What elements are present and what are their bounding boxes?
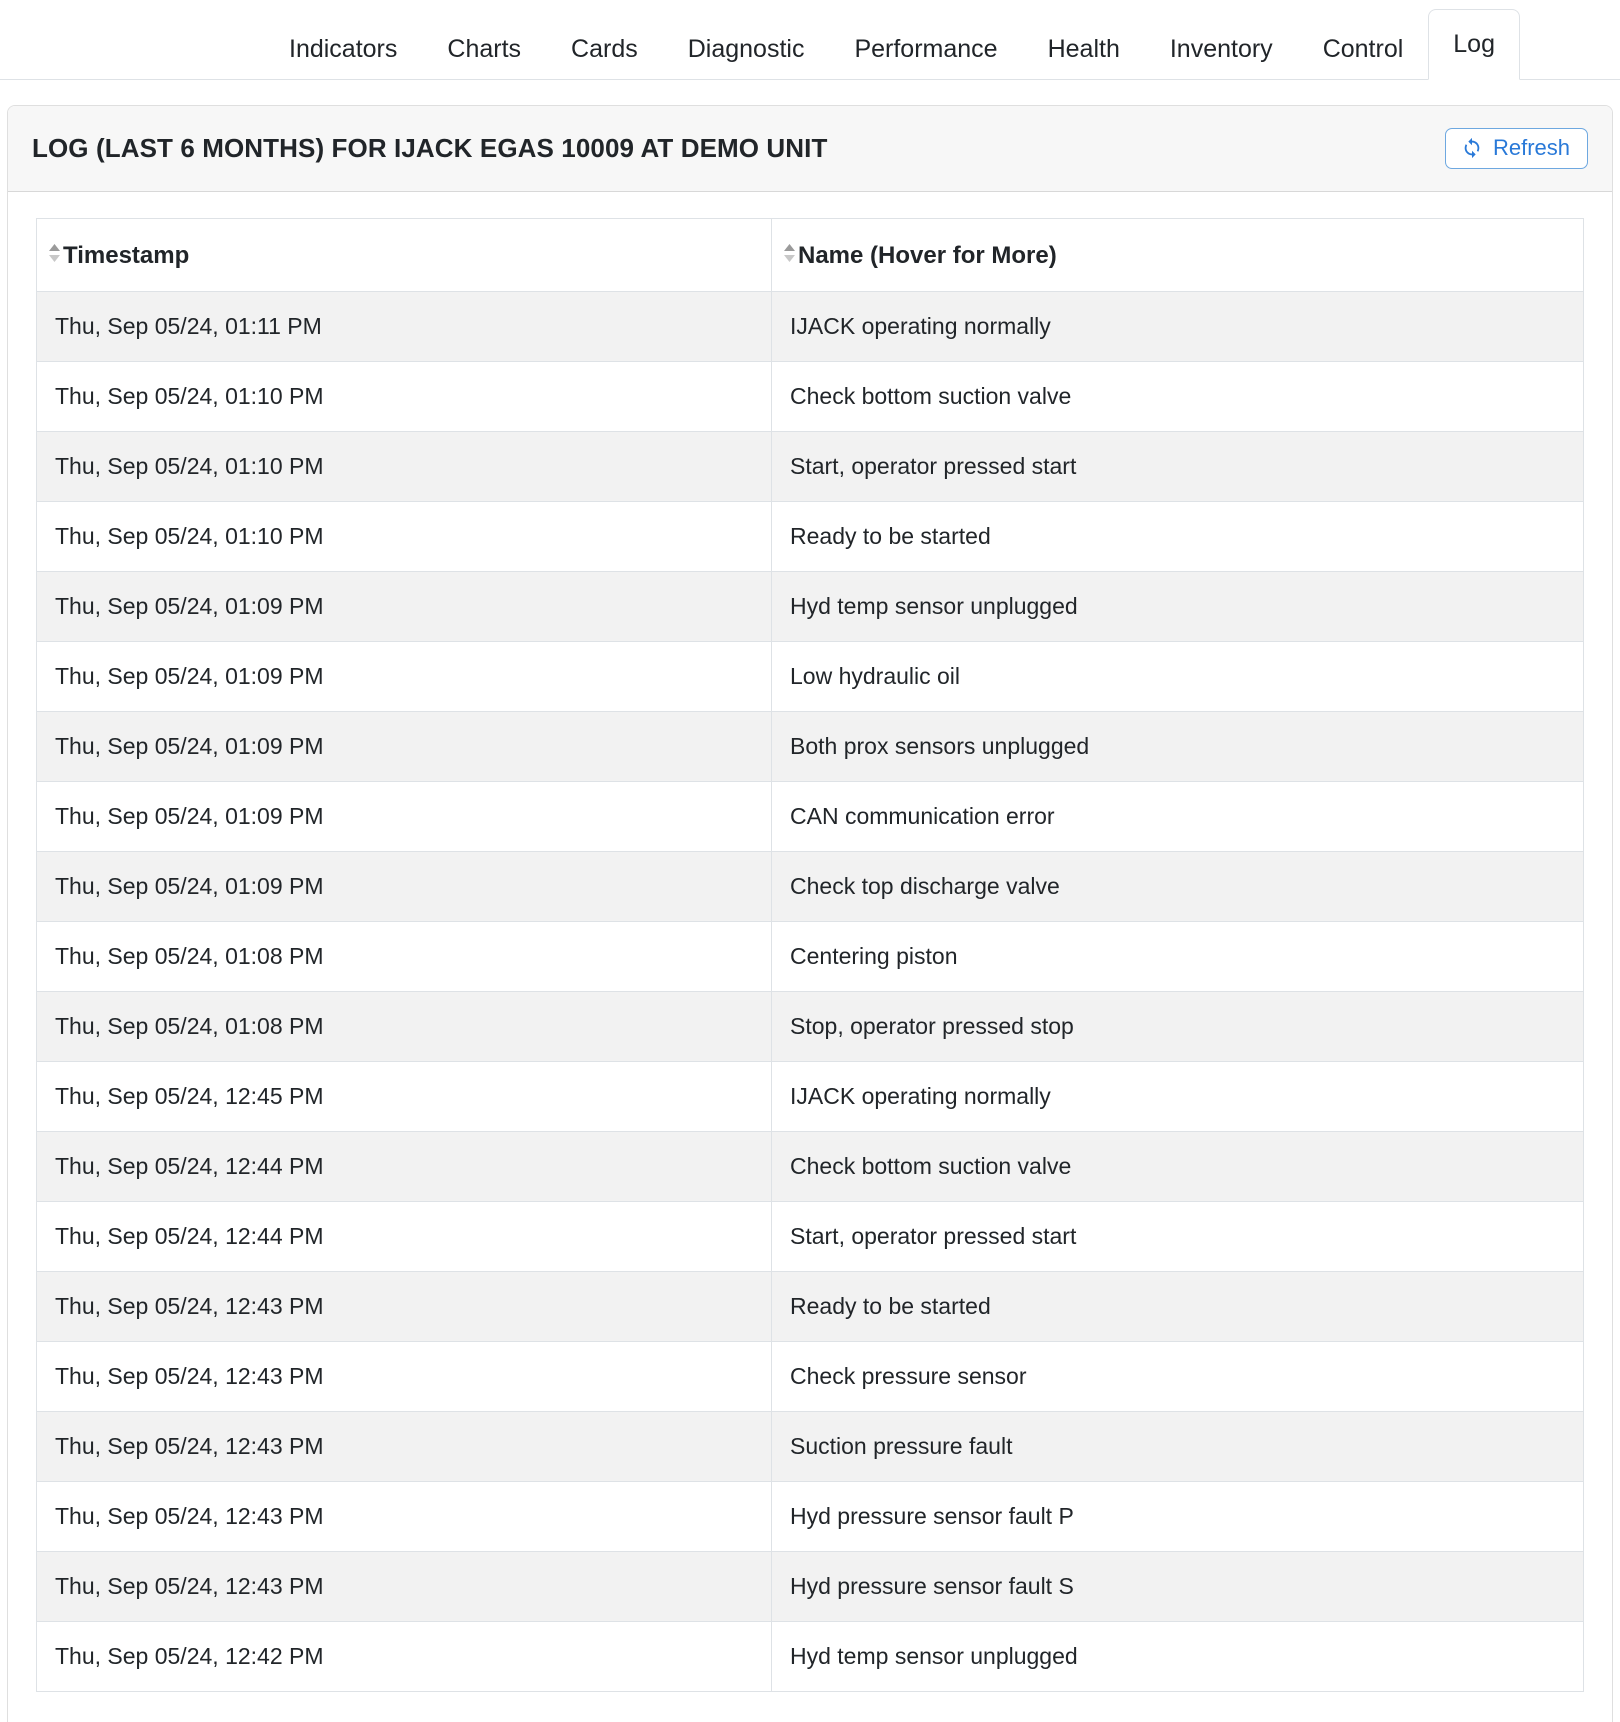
table-row[interactable]: Thu, Sep 05/24, 12:44 PM Start, operator … (36, 1201, 1584, 1272)
log-table-head: Timestamp Name (Hover for More) (36, 218, 1584, 292)
cell-timestamp: Thu, Sep 05/24, 12:45 PM (36, 1061, 772, 1132)
pagination-prev-button[interactable] (1224, 1718, 1286, 1722)
cell-name: Suction pressure fault (771, 1411, 1584, 1482)
cell-name: Both prox sensors unplugged (771, 711, 1584, 782)
table-row[interactable]: Thu, Sep 05/24, 12:43 PM Hyd pressure sen… (36, 1551, 1584, 1622)
cell-name: Start, operator pressed start (771, 431, 1584, 502)
cell-timestamp: Thu, Sep 05/24, 12:44 PM (36, 1201, 772, 1272)
cell-timestamp: Thu, Sep 05/24, 12:43 PM (36, 1271, 772, 1342)
table-header-row: Timestamp Name (Hover for More) (36, 218, 1584, 292)
table-row[interactable]: Thu, Sep 05/24, 12:42 PM Hyd temp sensor … (36, 1621, 1584, 1692)
cell-timestamp: Thu, Sep 05/24, 12:43 PM (36, 1551, 772, 1622)
cell-timestamp: Thu, Sep 05/24, 12:42 PM (36, 1621, 772, 1692)
cell-name: Check pressure sensor (771, 1341, 1584, 1412)
table-row[interactable]: Thu, Sep 05/24, 01:11 PM IJACK operating … (36, 291, 1584, 362)
cell-name: IJACK operating normally (771, 1061, 1584, 1132)
cell-timestamp: Thu, Sep 05/24, 01:09 PM (36, 851, 772, 922)
cell-name: Check bottom suction valve (771, 361, 1584, 432)
table-row[interactable]: Thu, Sep 05/24, 01:09 PM Low hydraulic oi… (36, 641, 1584, 712)
cell-name: Low hydraulic oil (771, 641, 1584, 712)
log-card-body: Timestamp Name (Hover for More) Thu, Sep… (8, 192, 1612, 1692)
cell-name: Hyd pressure sensor fault P (771, 1481, 1584, 1552)
cell-name: Hyd temp sensor unplugged (771, 1621, 1584, 1692)
cell-name: CAN communication error (771, 781, 1584, 852)
pagination-page-input[interactable] (1293, 1718, 1352, 1722)
refresh-icon (1461, 137, 1483, 159)
table-row[interactable]: Thu, Sep 05/24, 12:43 PM Ready to be star… (36, 1271, 1584, 1342)
table-row[interactable]: Thu, Sep 05/24, 01:09 PM Both prox sensor… (36, 711, 1584, 782)
table-row[interactable]: Thu, Sep 05/24, 01:09 PM Hyd temp sensor … (36, 571, 1584, 642)
tab-charts[interactable]: Charts (422, 20, 546, 80)
column-header-timestamp-label: Timestamp (63, 242, 190, 269)
table-row[interactable]: Thu, Sep 05/24, 01:09 PM CAN communicatio… (36, 781, 1584, 852)
cell-name: Start, operator pressed start (771, 1201, 1584, 1272)
cell-timestamp: Thu, Sep 05/24, 01:09 PM (36, 571, 772, 642)
tab-inventory[interactable]: Inventory (1145, 20, 1298, 80)
cell-timestamp: Thu, Sep 05/24, 12:43 PM (36, 1411, 772, 1482)
cell-timestamp: Thu, Sep 05/24, 01:10 PM (36, 361, 772, 432)
sort-updown-icon (48, 241, 61, 265)
cell-timestamp: Thu, Sep 05/24, 12:43 PM (36, 1341, 772, 1412)
column-header-timestamp[interactable]: Timestamp (36, 218, 772, 292)
pagination-last-button[interactable] (1514, 1718, 1576, 1722)
refresh-button[interactable]: Refresh (1444, 128, 1588, 169)
cell-name: Hyd pressure sensor fault S (771, 1551, 1584, 1622)
log-card-header: LOG (LAST 6 MONTHS) FOR IJACK EGAS 10009… (8, 106, 1612, 192)
cell-name: IJACK operating normally (771, 291, 1584, 362)
tab-indicators[interactable]: Indicators (264, 20, 422, 80)
cell-name: Hyd temp sensor unplugged (771, 571, 1584, 642)
cell-timestamp: Thu, Sep 05/24, 01:09 PM (36, 781, 772, 852)
refresh-label: Refresh (1492, 135, 1570, 160)
log-table: Timestamp Name (Hover for More) Thu, Sep… (36, 218, 1584, 1692)
table-row[interactable]: Thu, Sep 05/24, 12:43 PM Hyd pressure sen… (36, 1481, 1584, 1552)
pagination: / 51 (8, 1692, 1612, 1722)
main-tab-bar: Indicators Charts Cards Diagnostic Performan… (0, 0, 1620, 80)
cell-name: Ready to be started (771, 1271, 1584, 1342)
sort-updown-icon (783, 241, 796, 265)
cell-name: Check bottom suction valve (771, 1131, 1584, 1202)
cell-timestamp: Thu, Sep 05/24, 01:11 PM (36, 291, 772, 362)
cell-timestamp: Thu, Sep 05/24, 01:10 PM (36, 431, 772, 502)
table-row[interactable]: Thu, Sep 05/24, 12:45 PM IJACK operating … (36, 1061, 1584, 1132)
tab-health[interactable]: Health (1023, 20, 1145, 80)
tab-cards[interactable]: Cards (546, 20, 663, 80)
cell-timestamp: Thu, Sep 05/24, 01:09 PM (36, 641, 772, 712)
cell-name: Check top discharge valve (771, 851, 1584, 922)
cell-name: Ready to be started (771, 501, 1584, 572)
cell-timestamp: Thu, Sep 05/24, 01:08 PM (36, 991, 772, 1062)
log-page: Indicators Charts Cards Diagnostic Performan… (0, 0, 1620, 1722)
tab-log[interactable]: Log (1428, 9, 1520, 80)
pagination-next-button[interactable] (1452, 1718, 1514, 1722)
cell-timestamp: Thu, Sep 05/24, 12:44 PM (36, 1131, 772, 1202)
cell-timestamp: Thu, Sep 05/24, 01:10 PM (36, 501, 772, 572)
page-title: LOG (LAST 6 MONTHS) FOR IJACK EGAS 10009… (32, 133, 828, 163)
column-header-name-label: Name (Hover for More) (798, 242, 1057, 269)
cell-timestamp: Thu, Sep 05/24, 12:43 PM (36, 1481, 772, 1552)
table-row[interactable]: Thu, Sep 05/24, 01:08 PM Centering piston (36, 921, 1584, 992)
cell-timestamp: Thu, Sep 05/24, 01:08 PM (36, 921, 772, 992)
tab-performance[interactable]: Performance (829, 20, 1022, 80)
tab-control[interactable]: Control (1298, 20, 1429, 80)
log-table-body: Thu, Sep 05/24, 01:11 PM IJACK operating … (36, 291, 1584, 1692)
cell-name: Centering piston (771, 921, 1584, 992)
pagination-first-button[interactable] (1162, 1718, 1224, 1722)
cell-name: Stop, operator pressed stop (771, 991, 1584, 1062)
table-row[interactable]: Thu, Sep 05/24, 12:44 PM Check bottom suc… (36, 1131, 1584, 1202)
cell-timestamp: Thu, Sep 05/24, 01:09 PM (36, 711, 772, 782)
table-row[interactable]: Thu, Sep 05/24, 01:10 PM Start, operator … (36, 431, 1584, 502)
table-row[interactable]: Thu, Sep 05/24, 12:43 PM Suction pressure… (36, 1411, 1584, 1482)
log-card: LOG (LAST 6 MONTHS) FOR IJACK EGAS 10009… (7, 105, 1613, 1722)
table-row[interactable]: Thu, Sep 05/24, 12:43 PM Check pressure s… (36, 1341, 1584, 1412)
table-row[interactable]: Thu, Sep 05/24, 01:08 PM Stop, operator p… (36, 991, 1584, 1062)
table-row[interactable]: Thu, Sep 05/24, 01:09 PM Check top discha… (36, 851, 1584, 922)
table-row[interactable]: Thu, Sep 05/24, 01:10 PM Check bottom suc… (36, 361, 1584, 432)
table-row[interactable]: Thu, Sep 05/24, 01:10 PM Ready to be star… (36, 501, 1584, 572)
tab-diagnostic[interactable]: Diagnostic (663, 20, 830, 80)
column-header-name[interactable]: Name (Hover for More) (771, 218, 1584, 292)
